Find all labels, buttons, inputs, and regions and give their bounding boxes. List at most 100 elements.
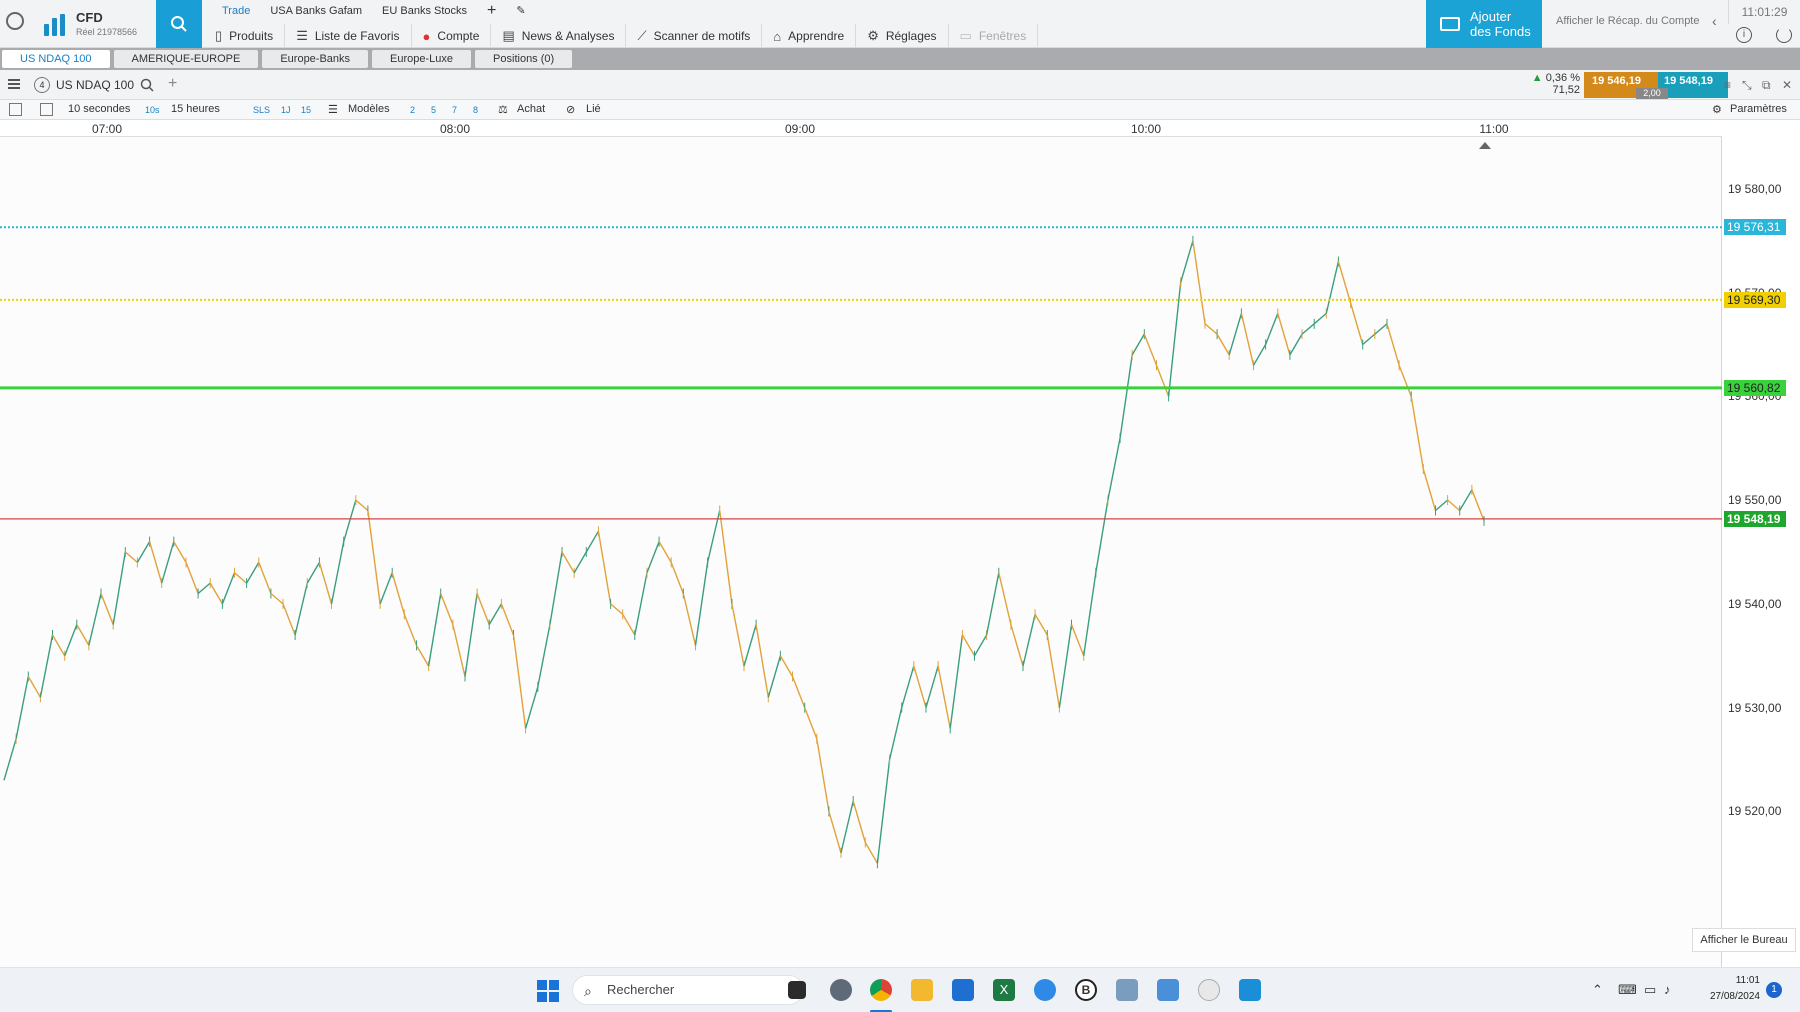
search-button[interactable] — [156, 0, 202, 48]
preset-1j[interactable]: 1J — [281, 105, 291, 115]
windows-taskbar: Rechercher ⌕ X B ⌃ ⌨ ▭ ♪ 11:01 27/08/202… — [0, 967, 1800, 1012]
shrink-icon[interactable]: ⤡ — [1742, 78, 1752, 93]
search-icon[interactable] — [140, 78, 154, 92]
edge-icon[interactable] — [1034, 979, 1056, 1001]
add-tab-icon[interactable]: + — [477, 0, 506, 22]
price-segment — [294, 582, 308, 636]
price-segment — [1313, 312, 1327, 325]
user-icon[interactable] — [6, 12, 24, 30]
taskbar-search[interactable]: Rechercher — [572, 975, 804, 1005]
gear-icon: ⚙ — [867, 28, 879, 43]
params-button[interactable]: Paramètres — [1730, 103, 1787, 115]
price-segment — [306, 562, 321, 584]
menu-reglages[interactable]: ⚙ Réglages — [856, 24, 949, 48]
chrome-icon[interactable] — [870, 979, 892, 1001]
tab-trade[interactable]: Trade — [212, 0, 260, 22]
instrument-selector[interactable]: 4 US NDAQ 100 — [34, 75, 154, 95]
price-segment — [3, 738, 17, 781]
level-price-tag[interactable]: 19 548,19 — [1724, 510, 1786, 527]
feather-app-icon[interactable] — [1198, 979, 1220, 1001]
time-marker-icon[interactable] — [1479, 142, 1491, 149]
power-icon[interactable] — [1776, 27, 1792, 43]
price-segment — [1447, 499, 1461, 512]
popout-icon[interactable]: ⧉ — [1762, 78, 1771, 93]
wl-tab-positions[interactable]: Positions (0) — [475, 50, 573, 68]
menu-compte[interactable]: ● Compte — [412, 24, 492, 48]
level-2[interactable]: 2 — [410, 105, 415, 115]
level-price-tag[interactable]: 19 569,30 — [1724, 291, 1786, 308]
price-segment — [901, 665, 915, 708]
keyboard-icon[interactable]: ⌨ — [1618, 982, 1637, 998]
wl-tab-us-ndaq-100[interactable]: US NDAQ 100 — [2, 50, 110, 68]
link-icon: ⊘ — [566, 104, 576, 116]
level-8[interactable]: 8 — [473, 105, 478, 115]
taskbar-clock[interactable]: 11:01 27/08/2024 — [1700, 973, 1760, 1005]
sliders-icon: ☰ — [328, 104, 338, 116]
wl-tab-amerique-europe[interactable]: AMERIQUE-EUROPE — [113, 50, 259, 68]
level-5[interactable]: 5 — [431, 105, 436, 115]
buy-button[interactable]: Achat — [517, 103, 545, 115]
volume-icon[interactable]: ♪ — [1664, 982, 1671, 997]
chevron-left-icon[interactable]: ‹ — [1712, 13, 1717, 29]
level-7[interactable]: 7 — [452, 105, 457, 115]
price-segment — [1398, 365, 1412, 397]
menu-news[interactable]: ▤ News & Analyses — [491, 24, 627, 48]
menu-fenetres[interactable]: ▭ Fenêtres — [949, 24, 1039, 48]
b-app-icon[interactable]: B — [1075, 979, 1097, 1001]
menu-favoris[interactable]: ☰ Liste de Favoris — [285, 24, 412, 48]
windows-start-icon[interactable] — [537, 980, 559, 1002]
level-price-tag[interactable]: 19 560,82 — [1724, 379, 1786, 396]
settings-icon: ⚙ — [1712, 104, 1722, 116]
models-button[interactable]: Modèles — [348, 103, 390, 115]
interval-short[interactable]: 10s — [145, 105, 160, 115]
linked-button[interactable]: Lié — [586, 103, 601, 115]
info-icon[interactable]: i — [1736, 27, 1752, 43]
menu-produits[interactable]: ▯ Produits — [204, 24, 286, 48]
menu-apprendre[interactable]: ⌂ Apprendre — [762, 24, 857, 48]
range-selector[interactable]: 15 heures — [171, 103, 220, 115]
notification-badge[interactable]: 1 — [1766, 982, 1782, 998]
tab-usa-banks-gafam[interactable]: USA Banks Gafam — [260, 0, 372, 22]
news-icon: ▤ — [502, 28, 515, 43]
task-view-icon[interactable] — [788, 981, 806, 999]
price-segment — [1022, 614, 1036, 667]
price-segment — [597, 531, 612, 605]
account-recap-link[interactable]: Afficher le Récap. du Compte — [1556, 15, 1699, 27]
tab-eu-banks-stocks[interactable]: EU Banks Stocks — [372, 0, 477, 22]
price-segment — [537, 624, 551, 688]
menu-label: Fenêtres — [978, 29, 1027, 43]
add-funds-button[interactable]: Ajouter des Fonds — [1426, 0, 1542, 48]
network-icon[interactable]: ▭ — [1644, 982, 1656, 998]
mail-app-icon[interactable] — [1116, 979, 1138, 1001]
chevron-up-icon[interactable]: ⌃ — [1592, 982, 1603, 998]
price-segment — [1252, 344, 1267, 366]
add-chart-icon[interactable]: + — [168, 75, 177, 93]
price-chart[interactable] — [0, 137, 1722, 967]
search-icon — [171, 16, 187, 32]
level-price-tag[interactable]: 19 576,31 — [1724, 219, 1786, 236]
trading-app-icon[interactable] — [1239, 979, 1261, 1001]
interval-selector[interactable]: 10 secondes — [68, 103, 130, 115]
close-icon[interactable]: ✕ — [1782, 78, 1792, 92]
price-segment — [1459, 489, 1473, 511]
price-series — [3, 235, 1485, 869]
menu-scanner[interactable]: ⟋ Scanner de motifs — [626, 24, 763, 48]
price-segment — [731, 603, 745, 667]
settings-app-icon[interactable] — [830, 979, 852, 1001]
price-segment — [524, 686, 539, 729]
price-segment — [1435, 499, 1449, 512]
wl-tab-europe-luxe[interactable]: Europe-Luxe — [372, 50, 472, 68]
preset-15[interactable]: 15 — [301, 105, 311, 115]
file-explorer-icon[interactable] — [911, 979, 933, 1001]
hamburger-icon[interactable] — [8, 79, 20, 89]
preset-sls[interactable]: SLS — [253, 105, 270, 115]
chart-app-icon[interactable] — [952, 979, 974, 1001]
layout-grid-icon[interactable] — [40, 103, 53, 116]
buy-price-button[interactable]: 19 548,19 — [1658, 72, 1728, 98]
menu-stack-icon[interactable]: ≡ — [1724, 78, 1731, 92]
wl-tab-europe-banks[interactable]: Europe-Banks — [262, 50, 369, 68]
panel-icon[interactable] — [9, 103, 22, 116]
pin-icon[interactable]: ✎ — [506, 0, 535, 22]
excel-icon[interactable]: X — [993, 979, 1015, 1001]
remote-desktop-icon[interactable] — [1157, 979, 1179, 1001]
